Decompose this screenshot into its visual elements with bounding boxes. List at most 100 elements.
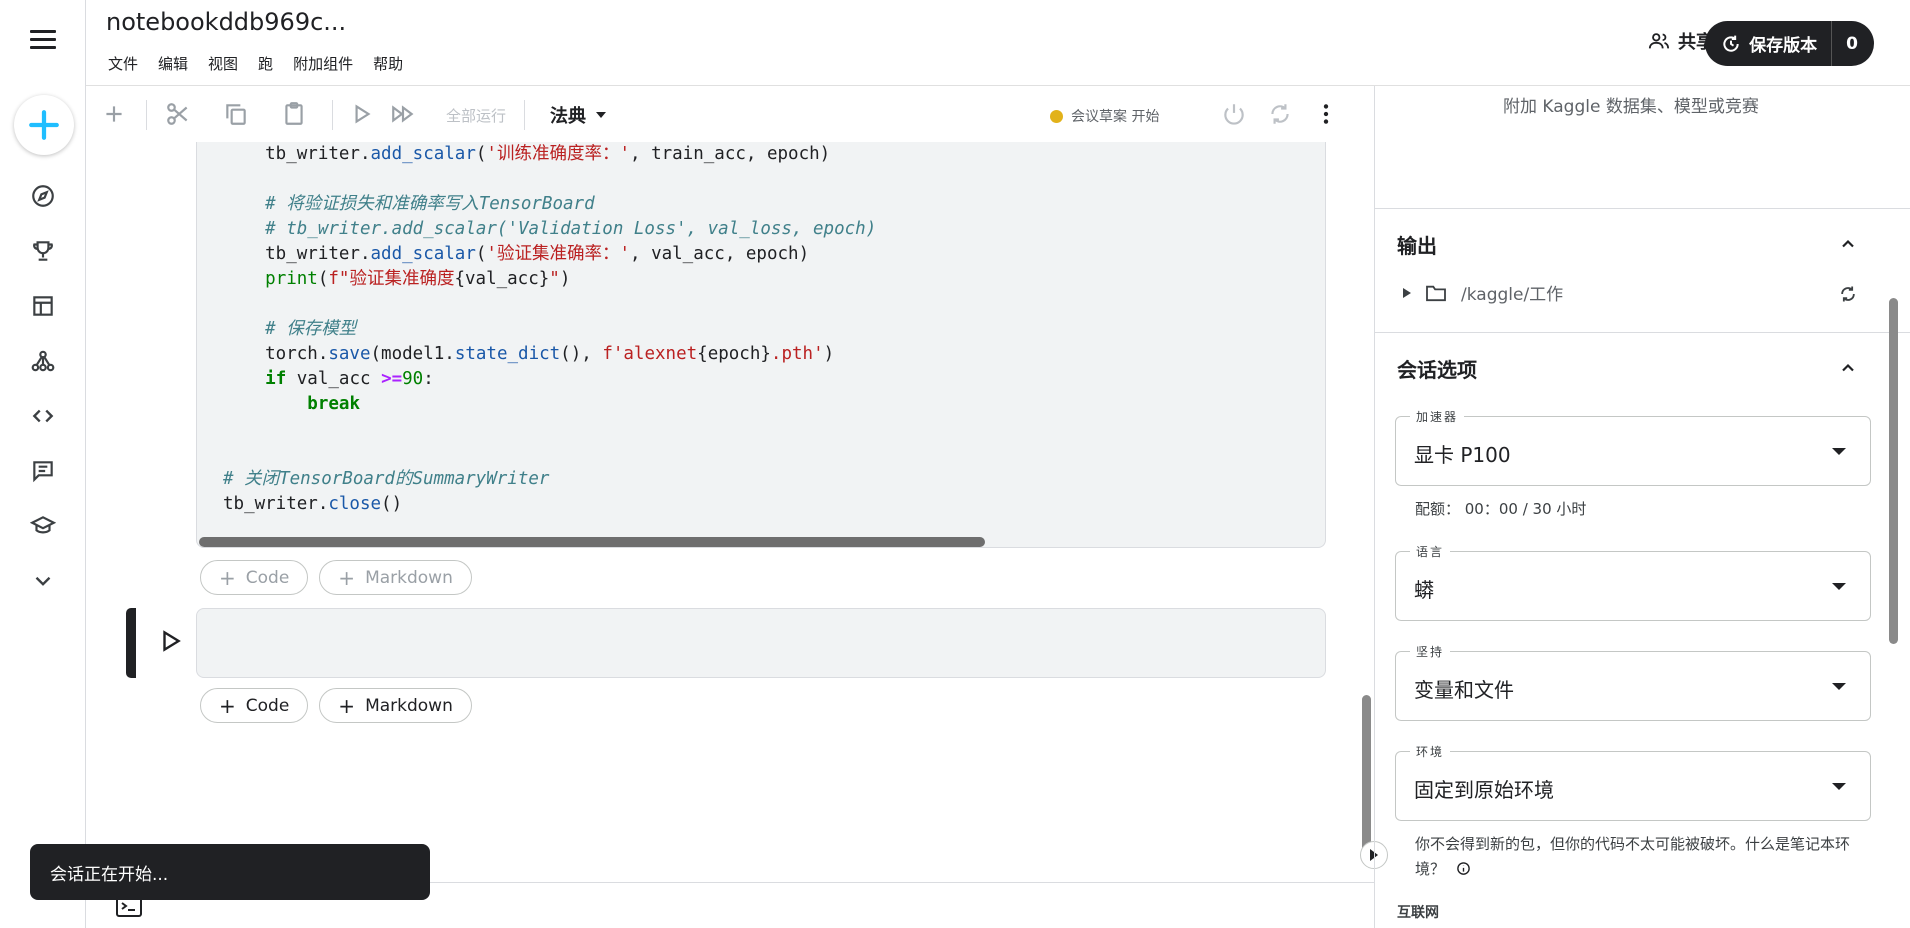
run-cell-icon[interactable] bbox=[348, 100, 376, 128]
code-line: if val_acc >=90: bbox=[265, 369, 434, 389]
output-path: /kaggle/工作 bbox=[1461, 285, 1564, 305]
folder-icon bbox=[1426, 285, 1446, 301]
save-version-label: 保存版本 bbox=[1749, 36, 1818, 56]
environment-note-text: 你不会得到新的包，但你的代码不太可能被破坏。什么是笔记本环境？ bbox=[1415, 835, 1851, 878]
create-new-button[interactable] bbox=[14, 95, 74, 155]
code-cell[interactable]: tb_writer.add_scalar('训练准确度率：', train_ac… bbox=[196, 142, 1326, 548]
paste-icon[interactable] bbox=[280, 100, 308, 128]
share-button[interactable]: 共享 bbox=[1648, 28, 1714, 54]
quota-text: 配额： 00：00 / 30 小时 bbox=[1415, 500, 1587, 518]
persistence-value: 变量和文件 bbox=[1414, 678, 1514, 702]
chevron-up-icon[interactable] bbox=[1838, 358, 1858, 378]
run-cell-icon[interactable] bbox=[158, 628, 184, 654]
attach-data-text[interactable]: 附加 Kaggle 数据集、模型或竞赛 bbox=[1503, 92, 1759, 117]
compass-icon[interactable] bbox=[29, 182, 57, 210]
add-code-cell-button[interactable]: + Code bbox=[200, 688, 309, 723]
code-comment: # 关闭TensorBoard的SummaryWriter bbox=[223, 469, 550, 489]
table-icon[interactable] bbox=[29, 292, 57, 320]
refresh-icon[interactable] bbox=[1838, 284, 1858, 304]
add-cell-icon[interactable] bbox=[100, 100, 128, 128]
save-version-button[interactable]: 保存版本 0 bbox=[1705, 21, 1874, 66]
run-all-label[interactable]: 全部运行 bbox=[446, 105, 506, 126]
history-icon bbox=[1723, 35, 1739, 52]
caret-right-icon[interactable] bbox=[1403, 287, 1411, 298]
status-dot bbox=[1050, 109, 1063, 123]
environment-note: 你不会得到新的包，但你的代码不太可能被破坏。什么是笔记本环境？ bbox=[1415, 832, 1875, 882]
power-icon[interactable] bbox=[1220, 100, 1248, 128]
accelerator-label: 加速器 bbox=[1410, 408, 1465, 425]
learn-icon[interactable] bbox=[29, 512, 57, 540]
active-cell-indicator bbox=[126, 608, 136, 678]
session-status-text: 会议草案 开始 bbox=[1071, 109, 1160, 125]
persistence-select[interactable]: 坚持 变量和文件 bbox=[1395, 643, 1871, 721]
code-comment: # tb_writer.add_scalar('Validation Loss'… bbox=[223, 219, 877, 239]
language-select[interactable]: 语言 蟒 bbox=[1395, 543, 1871, 621]
plus-icon: + bbox=[219, 693, 236, 718]
add-code-label: Code bbox=[245, 695, 290, 716]
version-count[interactable]: 0 bbox=[1832, 34, 1874, 54]
code-line: torch.save(model1.state_dict(), f'alexne… bbox=[223, 344, 835, 364]
caret-down-icon bbox=[1832, 783, 1846, 790]
code-icon[interactable] bbox=[29, 402, 57, 430]
panel-scrollbar[interactable] bbox=[1889, 298, 1898, 644]
caret-down-icon bbox=[1832, 583, 1846, 590]
add-cell-row: + Code + Markdown bbox=[200, 688, 472, 723]
restart-icon[interactable] bbox=[1266, 100, 1294, 128]
run-all-icon[interactable] bbox=[389, 100, 417, 128]
caret-down-icon bbox=[596, 112, 606, 118]
code-line: tb_writer.close() bbox=[223, 494, 403, 514]
menu-help[interactable]: 帮助 bbox=[373, 53, 403, 74]
copy-icon[interactable] bbox=[222, 100, 250, 128]
session-options-title: 会话选项 bbox=[1397, 358, 1477, 382]
notebook-header: notebookddb969c... 文件 编辑 视图 跑 附加组件 帮助 共享… bbox=[86, 0, 1910, 86]
add-markdown-cell-button[interactable]: + Markdown bbox=[319, 688, 472, 723]
code-line: tb_writer.add_scalar('验证集准确率：', val_acc,… bbox=[223, 244, 810, 264]
add-cell-row: + Code + Markdown bbox=[200, 560, 472, 595]
notebook-scrollbar[interactable] bbox=[1362, 695, 1371, 865]
plus-icon: + bbox=[338, 565, 356, 590]
menu-bar: 文件 编辑 视图 跑 附加组件 帮助 bbox=[108, 53, 403, 74]
menu-file[interactable]: 文件 bbox=[108, 53, 138, 74]
hamburger-menu-icon[interactable] bbox=[30, 30, 56, 52]
menu-addons[interactable]: 附加组件 bbox=[293, 53, 353, 74]
menu-run[interactable]: 跑 bbox=[258, 53, 273, 74]
plus-icon: + bbox=[219, 565, 236, 590]
right-side-panel: 附加 Kaggle 数据集、模型或竞赛 输出 /kaggle/工作 会话选项 加… bbox=[1374, 86, 1910, 928]
notebook-body: tb_writer.add_scalar('训练准确度率：', train_ac… bbox=[86, 142, 1374, 882]
menu-edit[interactable]: 编辑 bbox=[158, 53, 188, 74]
add-code-label: Code bbox=[245, 567, 290, 588]
trophy-icon[interactable] bbox=[29, 237, 57, 265]
output-folder-row[interactable]: /kaggle/工作 bbox=[1403, 280, 1563, 305]
chevron-down-icon[interactable] bbox=[29, 567, 57, 595]
chevron-up-icon[interactable] bbox=[1838, 234, 1858, 254]
add-markdown-cell-button[interactable]: + Markdown bbox=[319, 560, 472, 595]
add-markdown-label: Markdown bbox=[365, 695, 453, 716]
cell-type-select[interactable]: 法典 bbox=[550, 102, 606, 128]
code-line: tb_writer.add_scalar('训练准确度率：', train_ac… bbox=[223, 144, 831, 164]
language-value: 蟒 bbox=[1414, 578, 1434, 602]
more-options-icon[interactable] bbox=[1312, 100, 1340, 128]
add-code-cell-button[interactable]: + Code bbox=[200, 560, 309, 595]
horizontal-scrollbar[interactable] bbox=[199, 537, 985, 547]
plus-icon bbox=[29, 110, 59, 140]
code-line: print(f"验证集准确度{val_acc}") bbox=[265, 269, 571, 289]
discussion-icon[interactable] bbox=[29, 457, 57, 485]
models-icon[interactable] bbox=[29, 347, 57, 375]
cut-icon[interactable] bbox=[164, 100, 192, 128]
plus-icon: + bbox=[338, 693, 356, 718]
empty-code-cell[interactable] bbox=[196, 608, 1326, 678]
output-section-title: 输出 bbox=[1397, 234, 1437, 258]
code-editor[interactable]: tb_writer.add_scalar('训练准确度率：', train_ac… bbox=[223, 142, 876, 517]
language-label: 语言 bbox=[1410, 543, 1451, 560]
accelerator-select[interactable]: 加速器 显卡 P100 bbox=[1395, 408, 1871, 486]
code-comment: # 保存模型 bbox=[223, 319, 357, 339]
menu-view[interactable]: 视图 bbox=[208, 53, 238, 74]
notebook-title[interactable]: notebookddb969c... bbox=[106, 8, 346, 36]
environment-select[interactable]: 环境 固定到原始环境 bbox=[1395, 743, 1871, 821]
accelerator-value: 显卡 P100 bbox=[1414, 443, 1511, 467]
add-markdown-label: Markdown bbox=[365, 567, 453, 588]
info-icon[interactable] bbox=[1456, 861, 1471, 876]
